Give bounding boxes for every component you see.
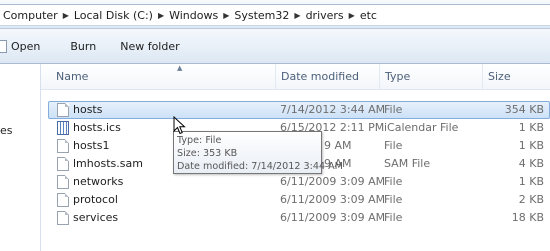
column-header-type[interactable]: Type [380,64,483,89]
chevron-right-icon[interactable]: ▶ [292,11,302,20]
file-date: 6/11/2009 3:09 AM [280,193,386,206]
file-icon [57,211,69,225]
tooltip-size: Size: 353 KB [177,148,238,159]
chevron-right-icon[interactable]: ▶ [347,11,357,20]
file-row-services[interactable]: services 6/11/2009 3:09 AM File 18 KB [41,209,550,227]
file-type: File [384,103,403,116]
file-type: SAM File [384,157,431,170]
column-header-name[interactable]: Name [51,64,276,89]
burn-button[interactable]: Burn [64,36,102,56]
burn-button-label: Burn [70,39,97,53]
breadcrumb-drivers[interactable]: drivers [303,9,347,22]
tooltip-type: Type: File [177,135,222,146]
column-header-size[interactable]: Size [483,64,550,89]
open-button-label: Open [11,39,41,53]
file-name: hosts [73,103,103,116]
command-toolbar: Open Burn New folder [0,29,550,64]
file-date: 7/14/2012 3:44 AM [280,103,386,116]
file-icon [57,139,69,153]
file-info-tooltip: Type: File Size: 353 KB Date modified: 7… [173,131,343,174]
calendar-file-icon [57,121,69,135]
breadcrumb-etc[interactable]: etc [357,9,380,22]
nav-item-label[interactable]: es [0,124,13,137]
breadcrumb[interactable]: Computer ▶ Local Disk (C:) ▶ Windows ▶ S… [0,4,550,26]
file-date: 6/11/2009 3:09 AM [280,211,386,224]
breadcrumb-local-disk[interactable]: Local Disk (C:) [71,9,156,22]
file-size: 18 KB [511,211,544,224]
file-icon [57,157,69,171]
file-size: 354 KB [504,103,544,116]
file-icon [57,193,69,207]
file-size: 2 KB [518,193,544,206]
file-name: lmhosts.sam [73,157,143,170]
tooltip-date-modified: Date modified: 7/14/2012 3:44 AM [177,161,343,172]
breadcrumb-computer[interactable]: Computer [0,9,61,22]
mouse-pointer-icon [173,116,186,135]
file-name: protocol [73,193,118,206]
navigation-pane[interactable]: es [0,64,41,251]
file-name: networks [73,175,124,188]
file-type: File [384,211,403,224]
file-size: 1 KB [518,121,544,134]
file-date: 6/11/2009 3:09 AM [280,175,386,188]
file-type: File [384,193,403,206]
chevron-right-icon[interactable]: ▶ [221,11,231,20]
new-folder-button-label: New folder [120,39,180,53]
breadcrumb-system32[interactable]: System32 [231,9,292,22]
chevron-right-icon[interactable]: ▶ [61,11,71,20]
file-size: 1 KB [518,139,544,152]
address-bar: Computer ▶ Local Disk (C:) ▶ Windows ▶ S… [0,0,550,29]
new-folder-button[interactable]: New folder [114,36,185,56]
file-size: 1 KB [518,175,544,188]
file-name: hosts1 [73,139,110,152]
file-date: 9 AM [324,139,352,152]
chevron-right-icon[interactable]: ▶ [156,11,166,20]
file-icon [57,175,69,189]
file-icon [0,39,7,53]
file-type: File [384,175,403,188]
file-name: hosts.ics [73,121,121,134]
file-row-networks[interactable]: networks 6/11/2009 3:09 AM File 1 KB [41,173,550,191]
column-header-date-modified[interactable]: Date modified [276,64,380,89]
file-icon [57,103,69,117]
column-headers: ▲ Name Date modified Type Size [41,64,550,90]
file-name: services [73,211,119,224]
open-button[interactable]: Open [0,36,46,56]
breadcrumb-windows[interactable]: Windows [166,9,221,22]
file-row-protocol[interactable]: protocol 6/11/2009 3:09 AM File 2 KB [41,191,550,209]
file-type: iCalendar File [384,121,459,134]
file-row-hosts[interactable]: hosts 7/14/2012 3:44 AM File 354 KB [41,101,550,119]
file-size: 4 KB [518,157,544,170]
file-type: File [384,139,403,152]
